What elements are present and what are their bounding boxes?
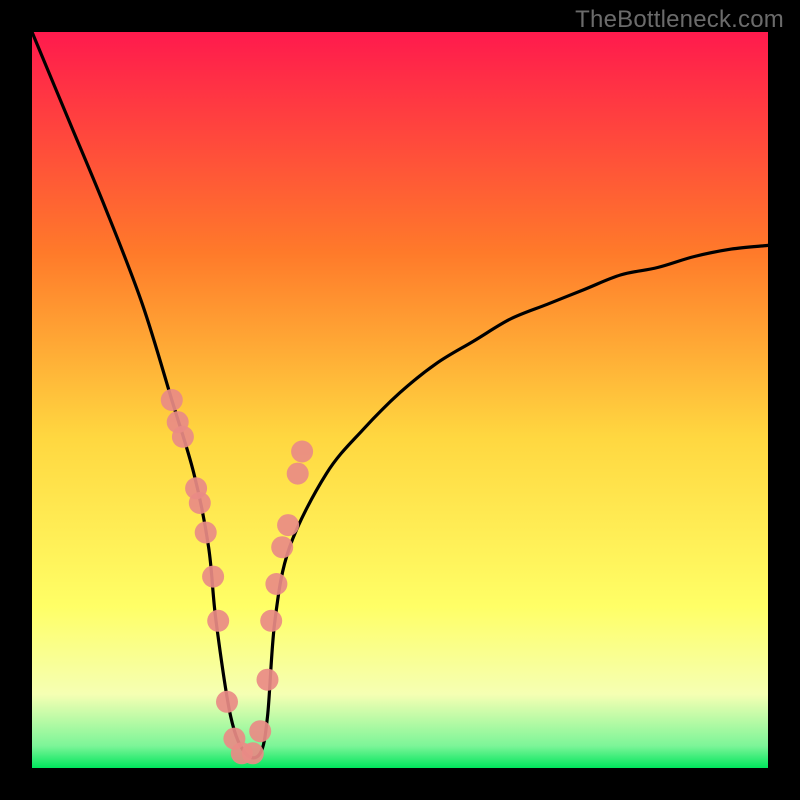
data-point xyxy=(172,426,194,448)
data-point xyxy=(161,389,183,411)
data-point xyxy=(242,742,264,764)
data-point xyxy=(207,610,229,632)
data-point xyxy=(216,691,238,713)
data-point xyxy=(287,463,309,485)
chart-frame: TheBottleneck.com xyxy=(0,0,800,800)
data-point xyxy=(202,566,224,588)
plot-background xyxy=(32,32,768,768)
data-point xyxy=(189,492,211,514)
data-point xyxy=(291,441,313,463)
data-point xyxy=(271,536,293,558)
data-point xyxy=(195,522,217,544)
attribution-text: TheBottleneck.com xyxy=(575,6,784,34)
data-point xyxy=(260,610,282,632)
data-point xyxy=(265,573,287,595)
data-point xyxy=(249,720,271,742)
data-point xyxy=(257,669,279,691)
bottleneck-chart xyxy=(0,0,800,800)
data-point xyxy=(277,514,299,536)
